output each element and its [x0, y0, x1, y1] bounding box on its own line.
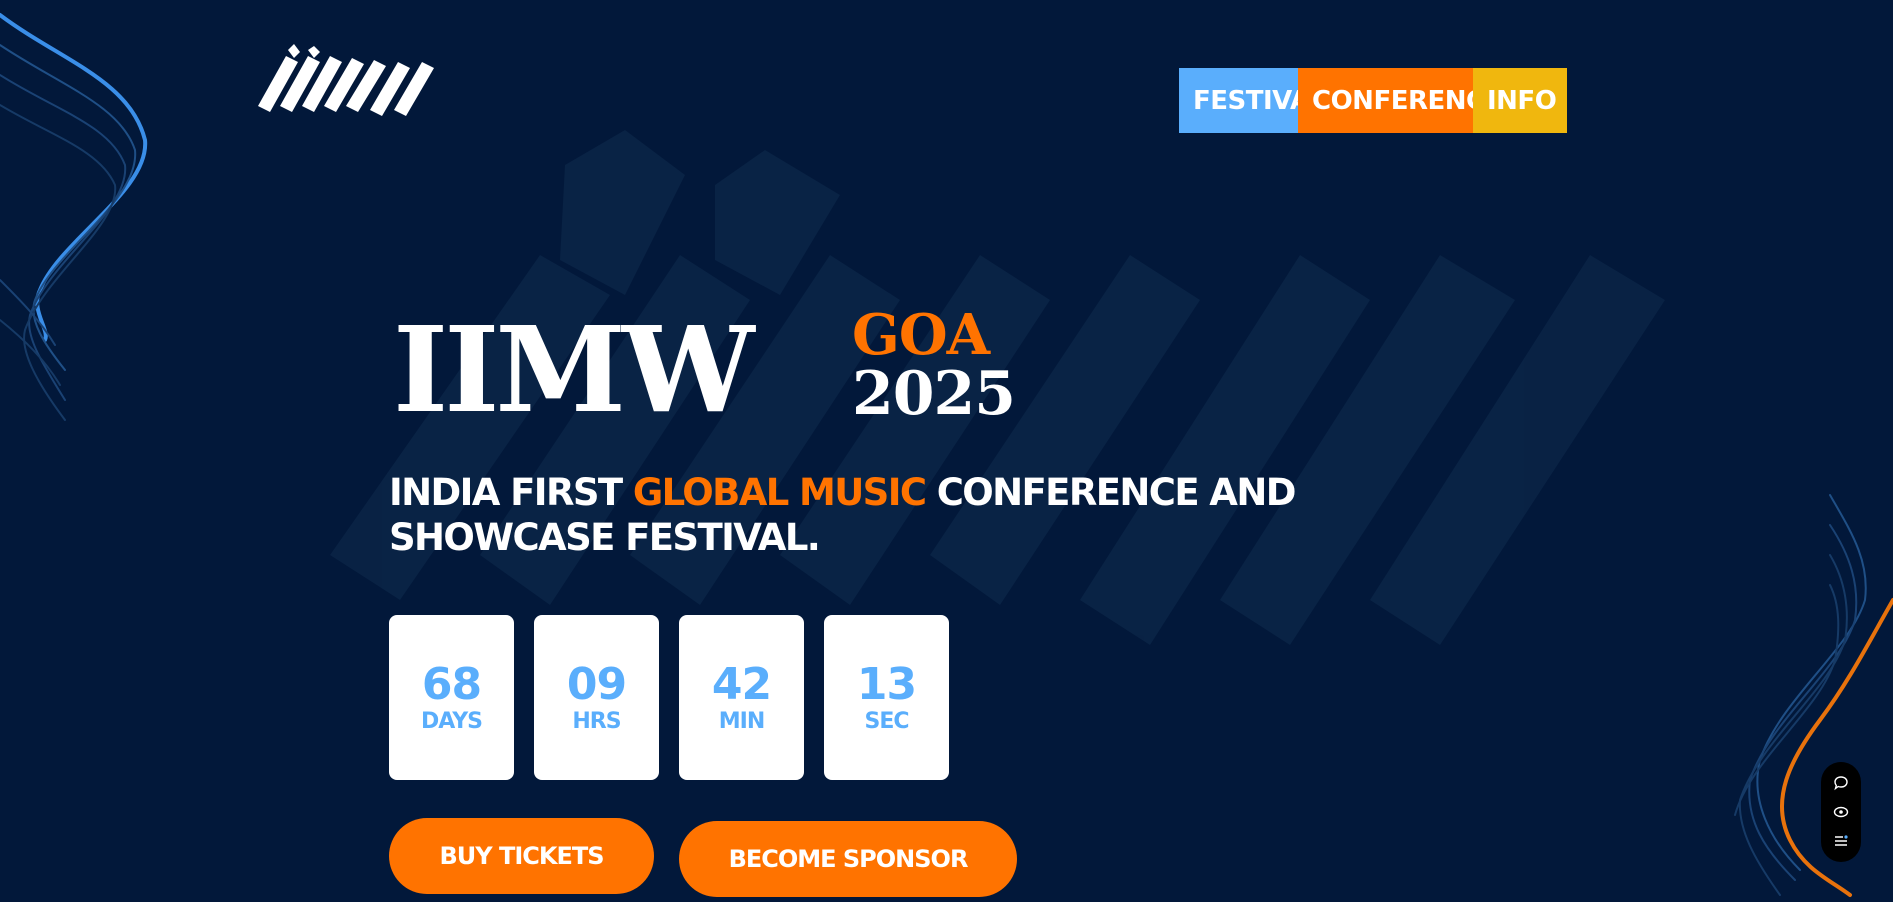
countdown-minutes: 42 MIN	[679, 615, 804, 780]
countdown-value: 09	[566, 658, 627, 710]
tab-festival[interactable]: FESTIVAL	[1179, 68, 1298, 133]
buy-tickets-button[interactable]: BUY TICKETS	[389, 818, 654, 894]
hero-title: IIMW	[393, 300, 755, 439]
tagline-highlight: GLOBAL MUSIC	[632, 471, 927, 514]
chat-icon[interactable]	[1831, 773, 1851, 793]
countdown-seconds: 13 SEC	[824, 615, 949, 780]
menu-list-icon[interactable]	[1831, 831, 1851, 851]
countdown-unit: HRS	[572, 708, 621, 734]
countdown-value: 42	[711, 658, 772, 710]
main-nav: FESTIVAL CONFERENCE INFO	[1179, 68, 1567, 133]
hero-tagline: INDIA FIRST GLOBAL MUSIC CONFERENCE AND …	[389, 470, 1389, 560]
tagline-part-1: INDIA FIRST	[389, 471, 633, 514]
countdown-value: 68	[421, 658, 482, 710]
tab-info[interactable]: INFO	[1473, 68, 1567, 133]
countdown-value: 13	[856, 658, 917, 710]
eye-icon[interactable]	[1831, 802, 1851, 822]
countdown-unit: DAYS	[421, 708, 483, 734]
event-city: GOA	[852, 302, 990, 368]
tab-conference[interactable]: CONFERENCE	[1298, 68, 1473, 133]
iimw-logo[interactable]	[258, 44, 442, 116]
become-sponsor-button[interactable]: BECOME SPONSOR	[679, 821, 1017, 897]
event-location-year: GOA 2025	[852, 302, 1016, 429]
countdown-timer: 68 DAYS 09 HRS 42 MIN 13 SEC	[389, 615, 969, 780]
countdown-hours: 09 HRS	[534, 615, 659, 780]
floating-widget	[1821, 762, 1861, 862]
countdown-unit: MIN	[718, 708, 765, 734]
event-year: 2025	[852, 359, 1016, 429]
countdown-days: 68 DAYS	[389, 615, 514, 780]
countdown-unit: SEC	[864, 708, 909, 734]
